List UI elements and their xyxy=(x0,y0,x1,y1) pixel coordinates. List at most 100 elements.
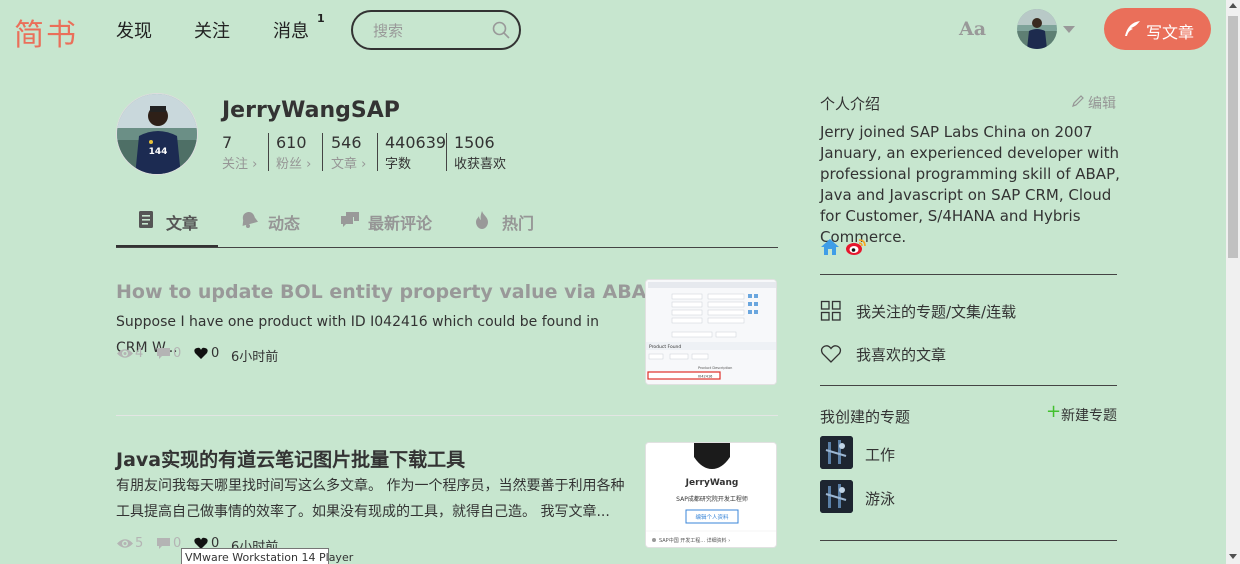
plus-icon: + xyxy=(1046,401,1062,422)
pencil-icon xyxy=(1072,95,1084,107)
topic-name: 工作 xyxy=(865,446,896,464)
font-size-toggle[interactable]: Aa xyxy=(959,18,986,40)
profile-photo: 144 xyxy=(117,94,197,174)
scroll-down-arrow-icon[interactable] xyxy=(1229,554,1237,559)
comment-bubble-icon xyxy=(157,538,170,549)
search-icon[interactable] xyxy=(492,21,510,39)
search-input[interactable] xyxy=(373,21,483,41)
stat-divider xyxy=(322,133,323,171)
thumbnail-profile-card: JerryWang SAP成都研究院开发工程师 编辑个人资料 SAP中国 开发工… xyxy=(646,443,776,547)
thumb-name: JerryWang xyxy=(685,478,739,488)
likes-value: 0 xyxy=(211,346,220,361)
intro-title: 个人介绍 xyxy=(820,95,881,113)
weibo-icon[interactable] xyxy=(845,238,867,256)
stat-articles[interactable]: 546 文章 › xyxy=(331,133,367,172)
jersey-number: 144 xyxy=(149,147,168,157)
top-navbar: 简书 发现 关注 消息 1 Aa 写文章 xyxy=(0,0,1226,58)
thumb-product-found: Product Found xyxy=(649,344,681,350)
feather-pen-icon xyxy=(1125,21,1140,36)
article-title[interactable]: Java实现的有道云笔记图片批量下载工具 xyxy=(116,445,465,472)
stat-followers[interactable]: 610 粉丝 › xyxy=(276,133,312,172)
topic-name: 游泳 xyxy=(865,490,896,508)
chevron-down-icon[interactable] xyxy=(1063,26,1075,33)
topic-thumbnail xyxy=(820,436,853,469)
article-abstract-line-2: 工具提高自己做事情的效率了。如果没有现成的工具，就得自己造。 我写文章... xyxy=(116,504,610,520)
stat-followers-label: 粉丝 › xyxy=(276,157,312,172)
bell-icon xyxy=(242,212,258,228)
comment-bubble-icon xyxy=(157,348,170,359)
liked-articles-label: 我喜欢的文章 xyxy=(856,346,947,364)
tab-activity-label: 动态 xyxy=(268,214,301,233)
comment-icon xyxy=(341,212,359,227)
stat-divider xyxy=(446,133,447,171)
stat-following-label: 关注 › xyxy=(222,157,258,172)
topic-thumbnail xyxy=(820,480,853,513)
article-meta: 4 0 0 6小时前 xyxy=(116,346,316,365)
article-thumbnail[interactable]: Product Found Product Description I04241… xyxy=(645,279,777,385)
article-thumbnail[interactable]: JerryWang SAP成都研究院开发工程师 编辑个人资料 SAP中国 开发工… xyxy=(645,442,777,548)
comments-value: 0 xyxy=(173,346,182,361)
heart-outline-icon xyxy=(820,345,842,363)
views-value: 4 xyxy=(135,346,144,361)
topic-image xyxy=(820,480,853,513)
nav-discover[interactable]: 发现 xyxy=(116,17,152,43)
stat-words-value: 440639 xyxy=(385,133,447,152)
home-icon[interactable] xyxy=(820,238,840,256)
window-tooltip: VMware Workstation 14 Player xyxy=(181,548,353,564)
stat-divider xyxy=(268,133,269,171)
thumbnail-screenshot: Product Found Product Description I04241… xyxy=(646,280,776,384)
intro-text: Jerry joined SAP Labs China on 2007 Janu… xyxy=(820,123,1120,246)
document-icon xyxy=(139,211,153,228)
thumb-product-id: I042416 xyxy=(698,375,712,379)
profile-tabs: 文章 动态 最新评论 热门 xyxy=(116,196,778,248)
tab-articles-label: 文章 xyxy=(166,214,199,233)
article-abstract-line-1: 有朋友问我每天哪里找时间写这么多文章。 作为一个程序员，当然要善于利用各种 xyxy=(116,478,625,494)
sidebar-divider xyxy=(820,540,1117,541)
stat-likes-label: 收获喜欢 xyxy=(454,157,507,172)
stat-followers-value: 610 xyxy=(276,133,307,152)
thumb-product-desc: Product Description xyxy=(698,366,732,370)
stat-divider xyxy=(377,133,378,171)
nav-messages[interactable]: 消息 xyxy=(273,17,309,43)
tab-hot-label: 热门 xyxy=(502,214,535,233)
grid-icon xyxy=(820,300,841,321)
fire-icon xyxy=(476,211,488,229)
avatar-image xyxy=(1017,9,1057,49)
site-logo[interactable]: 简书 xyxy=(14,10,78,54)
views-value: 5 xyxy=(135,536,144,551)
thumb-edit-button: 编辑个人资料 xyxy=(695,513,729,521)
vertical-scrollbar[interactable] xyxy=(1226,0,1240,564)
sidebar-divider xyxy=(820,274,1117,275)
user-avatar[interactable] xyxy=(1017,9,1057,49)
profile-username[interactable]: JerryWangSAP xyxy=(222,98,400,123)
thumb-footer: SAP中国 开发工程... 详细资料 › xyxy=(659,537,730,544)
write-article-label: 写文章 xyxy=(1146,23,1195,42)
message-count-badge: 1 xyxy=(317,12,325,25)
stat-words: 440639 字数 xyxy=(385,133,447,172)
thumb-title: SAP成都研究院开发工程师 xyxy=(676,495,748,503)
new-topic-label: 新建专题 xyxy=(1061,408,1117,424)
edit-intro-label: 编辑 xyxy=(1088,96,1116,112)
topic-image xyxy=(820,436,853,469)
followed-collections-label: 我关注的专题/文集/连载 xyxy=(856,303,1017,321)
search-box xyxy=(351,10,521,50)
scrollbar-thumb[interactable] xyxy=(1228,16,1238,258)
write-article-button[interactable]: 写文章 xyxy=(1104,8,1211,50)
stat-articles-value: 546 xyxy=(331,133,362,152)
stat-articles-label: 文章 › xyxy=(331,157,367,172)
stat-following[interactable]: 7 关注 › xyxy=(222,133,258,172)
scroll-up-arrow-icon[interactable] xyxy=(1229,3,1237,8)
tab-latest-comments-label: 最新评论 xyxy=(368,214,433,233)
profile-avatar[interactable]: 144 xyxy=(116,93,198,175)
eye-icon xyxy=(117,539,133,548)
eye-icon xyxy=(117,349,133,358)
article-title[interactable]: How to update BOL entity property value … xyxy=(116,281,718,303)
stat-likes-value: 1506 xyxy=(454,133,495,152)
my-topics-title: 我创建的专题 xyxy=(820,408,911,426)
nav-follow[interactable]: 关注 xyxy=(194,17,230,43)
stat-words-label: 字数 xyxy=(385,157,412,172)
stat-likes: 1506 收获喜欢 xyxy=(454,133,507,172)
article-divider xyxy=(116,415,778,416)
article-time: 6小时前 xyxy=(231,350,279,365)
sidebar-divider xyxy=(820,385,1117,386)
